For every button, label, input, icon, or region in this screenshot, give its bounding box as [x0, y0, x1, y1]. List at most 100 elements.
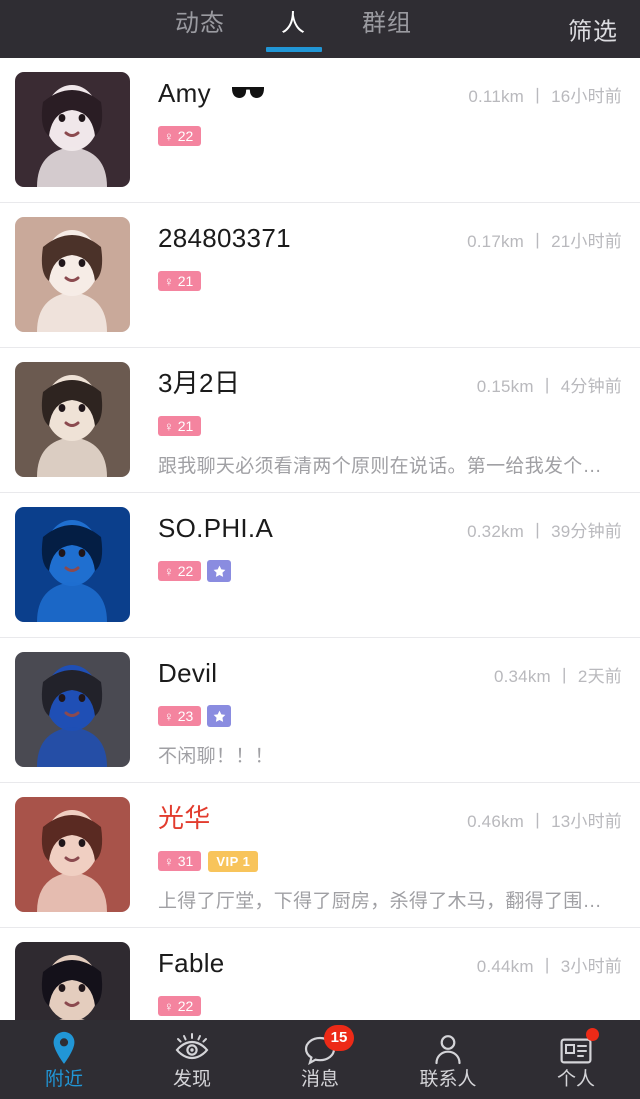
distance-time-meta: 0.34km 丨 2天前: [493, 667, 622, 686]
bottom-navigation-bar: 附近 发现 15 消息 联系人 个人: [0, 1020, 640, 1099]
avatar-sophia[interactable]: [15, 507, 130, 622]
user-info: 0.32km 丨 39分钟前 SO.PHI.A ♀ 22: [130, 507, 622, 637]
female-gender-icon: ♀: [164, 708, 174, 724]
star-badge: [207, 560, 232, 582]
notification-dot: [586, 1027, 599, 1041]
user-list-item[interactable]: 0.11km 丨 16小时前 Amy ♀ 22: [0, 58, 640, 203]
filter-label: 筛选: [568, 18, 618, 46]
age-value: 22: [177, 563, 194, 579]
row-spacer: [158, 768, 622, 782]
age-gender-badge: ♀ 21: [158, 416, 202, 436]
distance-time-meta: 0.32km 丨 39分钟前: [467, 522, 622, 541]
tab-group: 动态 人 群组: [175, 10, 468, 52]
user-name: Amy: [158, 78, 211, 108]
age-gender-badge: ♀ 22: [158, 126, 202, 146]
person-icon: [433, 1031, 463, 1065]
bottom-nav-label: 发现: [172, 1068, 211, 1090]
distance-time-meta: 0.44km 丨 3小时前: [476, 957, 622, 976]
user-badges: ♀ 31 VIP 1: [158, 849, 622, 873]
female-gender-icon: ♀: [164, 563, 174, 579]
bottom-nav-item-个人[interactable]: 个人: [512, 1020, 640, 1099]
bottom-nav-item-发现[interactable]: 发现: [128, 1020, 256, 1099]
age-gender-badge: ♀ 21: [158, 271, 202, 291]
user-name: SO.PHI.A: [158, 513, 274, 543]
row-spacer: [158, 583, 622, 597]
tab-people[interactable]: 人: [265, 10, 322, 52]
avatar-284803371[interactable]: [15, 217, 130, 332]
age-value: 22: [177, 998, 194, 1014]
sunglasses-emoji: [231, 83, 265, 103]
row-spacer: [158, 913, 622, 927]
active-tab-underline: [265, 47, 322, 52]
sunglasses-emoji-icon: [231, 87, 264, 98]
female-gender-icon: ♀: [164, 998, 174, 1014]
user-list-item[interactable]: 0.15km 丨 4分钟前 3月2日 ♀ 21 跟我聊天必须看清两个原则在说话。…: [0, 348, 640, 493]
bottom-nav-item-消息[interactable]: 15 消息: [256, 1020, 384, 1099]
avatar-3yue2ri[interactable]: [15, 362, 130, 477]
bottom-nav-label: 附近: [44, 1068, 83, 1090]
user-badges: ♀ 22: [158, 124, 622, 148]
age-gender-badge: ♀ 22: [158, 561, 202, 581]
user-list-item[interactable]: 0.46km 丨 13小时前 光华 ♀ 31 VIP 1 上得了厅堂，下得了厨房…: [0, 783, 640, 928]
distance-time-meta: 0.15km 丨 4分钟前: [476, 377, 622, 396]
row-spacer: [158, 293, 622, 307]
female-gender-icon: ♀: [164, 273, 174, 289]
female-gender-icon: ♀: [164, 853, 174, 869]
tab-people-label: 人: [281, 10, 306, 37]
age-gender-badge: ♀ 22: [158, 996, 202, 1016]
location-pin-icon: [49, 1031, 79, 1065]
age-value: 21: [177, 418, 194, 434]
user-info: 0.11km 丨 16小时前 Amy ♀ 22: [130, 72, 622, 202]
user-name: 3月2日: [158, 368, 241, 398]
eye-icon: [174, 1031, 210, 1065]
star-badge: [207, 705, 232, 727]
user-list-item[interactable]: 0.32km 丨 39分钟前 SO.PHI.A ♀ 22: [0, 493, 640, 638]
female-gender-icon: ♀: [164, 418, 174, 434]
age-gender-badge: ♀ 23: [158, 706, 202, 726]
avatar-guanghua[interactable]: [15, 797, 130, 912]
tab-groups[interactable]: 群组: [362, 12, 412, 46]
user-badges: ♀ 22: [158, 559, 622, 583]
user-list-item[interactable]: 0.34km 丨 2天前 Devil ♀ 23 不闲聊！！！: [0, 638, 640, 783]
row-spacer: [158, 478, 622, 492]
vip-badge: VIP 1: [208, 850, 259, 872]
distance-time-meta: 0.46km 丨 13小时前: [467, 812, 622, 831]
chat-bubble-icon: 15: [304, 1024, 354, 1065]
age-gender-badge: ♀ 31: [158, 851, 202, 871]
user-list[interactable]: 0.11km 丨 16小时前 Amy ♀ 22 0.17km 丨 21小时前 2…: [0, 58, 640, 1099]
bottom-nav-item-联系人[interactable]: 联系人: [384, 1020, 512, 1099]
top-navigation-bar: 动态 人 群组 筛选: [0, 0, 640, 58]
tab-groups-label: 群组: [362, 10, 412, 37]
distance-time-meta: 0.17km 丨 21小时前: [467, 232, 622, 251]
star-icon: [213, 710, 226, 722]
user-info: 0.46km 丨 13小时前 光华 ♀ 31 VIP 1 上得了厅堂，下得了厨房…: [130, 797, 622, 927]
female-gender-icon: ♀: [164, 128, 174, 144]
age-value: 23: [177, 708, 194, 724]
user-info: 0.34km 丨 2天前 Devil ♀ 23 不闲聊！！！: [130, 652, 622, 782]
star-icon: [213, 565, 226, 577]
tab-dynamic-label: 动态: [175, 10, 225, 37]
bottom-nav-label: 消息: [300, 1068, 339, 1090]
bottom-nav-label: 个人: [556, 1068, 595, 1090]
avatar-devil[interactable]: [15, 652, 130, 767]
user-signature: 不闲聊！！！: [158, 746, 274, 767]
tab-dynamic[interactable]: 动态: [175, 12, 225, 46]
distance-time-meta: 0.11km 丨 16小时前: [468, 87, 622, 106]
user-name: Devil: [158, 658, 218, 688]
app-root: 动态 人 群组 筛选 0.11km 丨 16小时前 Amy ♀ 22 0.17k…: [0, 0, 640, 1099]
user-signature: 跟我聊天必须看清两个原则在说话。第一给我发个…: [158, 456, 602, 477]
user-name: 284803371: [158, 223, 291, 253]
bottom-nav-label: 联系人: [419, 1068, 477, 1090]
age-value: 21: [177, 273, 194, 289]
user-badges: ♀ 22: [158, 994, 622, 1018]
avatar-amy[interactable]: [15, 72, 130, 187]
user-badges: ♀ 21: [158, 414, 622, 438]
user-name: 光华: [158, 803, 211, 833]
unread-count-badge: 15: [324, 1024, 354, 1051]
user-badges: ♀ 21: [158, 269, 622, 293]
id-card-icon: [560, 1027, 599, 1065]
user-badges: ♀ 23: [158, 704, 622, 728]
filter-button[interactable]: 筛选: [568, 12, 618, 47]
bottom-nav-item-附近[interactable]: 附近: [0, 1020, 128, 1099]
user-list-item[interactable]: 0.17km 丨 21小时前 284803371 ♀ 21: [0, 203, 640, 348]
